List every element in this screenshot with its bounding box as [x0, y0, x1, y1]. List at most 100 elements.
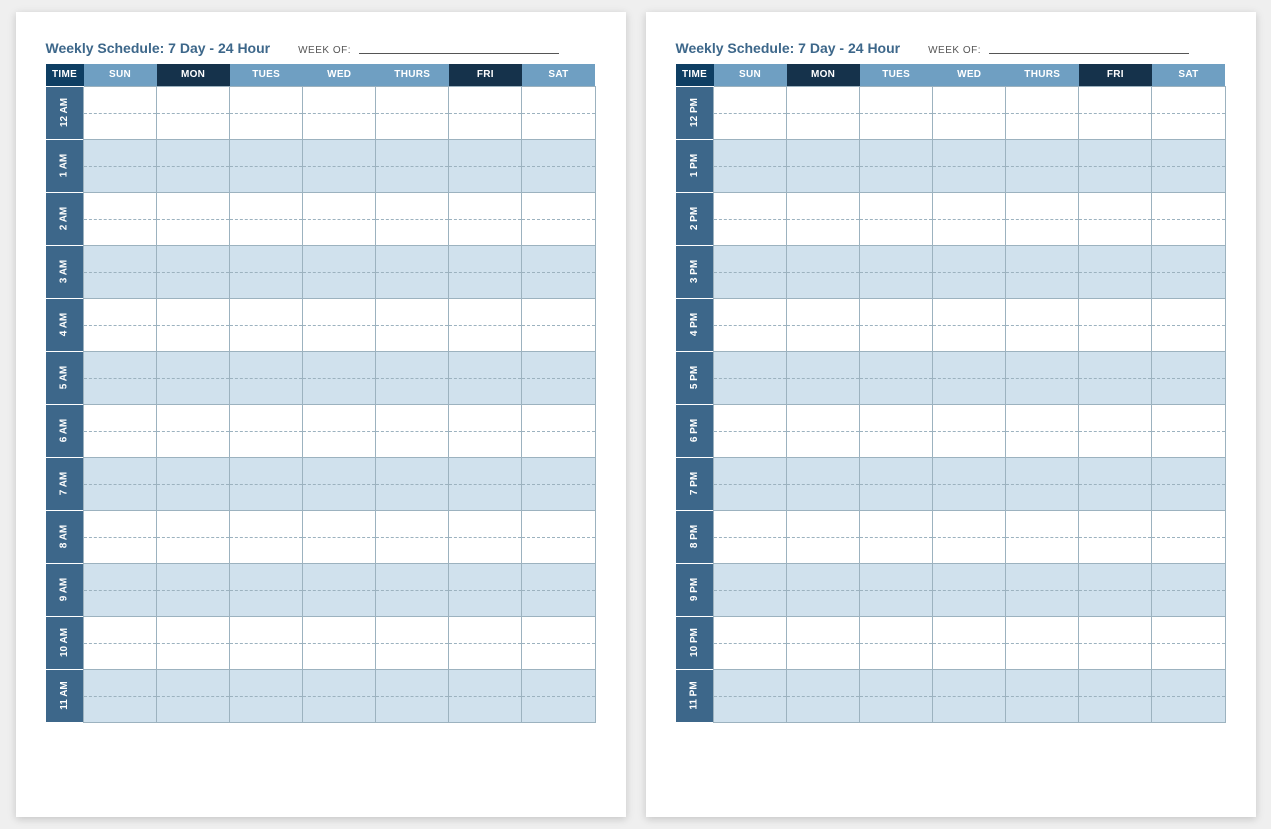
slot [230, 457, 303, 510]
slot [84, 139, 157, 192]
slot [303, 616, 376, 669]
slot [157, 298, 230, 351]
slot [714, 404, 787, 457]
slot [303, 245, 376, 298]
slot [230, 86, 303, 139]
table-row: 7 AM [46, 457, 596, 510]
slot [860, 510, 933, 563]
header-time: TIME [46, 64, 84, 86]
header-sun: SUN [714, 64, 787, 86]
slot [860, 669, 933, 722]
slot [84, 351, 157, 404]
slot [860, 616, 933, 669]
slot [714, 563, 787, 616]
time-label: 4 AM [46, 298, 84, 351]
table-row: 2 AM [46, 192, 596, 245]
slot [1079, 245, 1152, 298]
slot [787, 457, 860, 510]
slot [1079, 457, 1152, 510]
slot [1006, 86, 1079, 139]
slot [933, 139, 1006, 192]
page-title: Weekly Schedule: 7 Day - 24 Hour [46, 40, 271, 56]
table-row: 5 AM [46, 351, 596, 404]
slot [522, 298, 595, 351]
slot [157, 192, 230, 245]
slot [376, 192, 449, 245]
slot [522, 245, 595, 298]
slot [376, 616, 449, 669]
time-label: 1 AM [46, 139, 84, 192]
slot [933, 351, 1006, 404]
slot [303, 457, 376, 510]
slot [1079, 86, 1152, 139]
time-label: 5 AM [46, 351, 84, 404]
slot [1006, 404, 1079, 457]
slot [376, 563, 449, 616]
slot [449, 404, 522, 457]
time-label: 10 AM [46, 616, 84, 669]
slot [303, 298, 376, 351]
time-label: 3 PM [676, 245, 714, 298]
slot [449, 351, 522, 404]
schedule-page-2: Weekly Schedule: 7 Day - 24 Hour WEEK OF… [646, 12, 1256, 817]
slot [933, 616, 1006, 669]
week-of-label: WEEK OF: [928, 45, 981, 56]
slot [787, 139, 860, 192]
header-row: TIME SUN MON TUES WED THURS FRI SAT [46, 64, 596, 86]
week-of-label: WEEK OF: [298, 45, 351, 56]
slot [303, 86, 376, 139]
table-row: 5 PM [676, 351, 1226, 404]
slot [376, 298, 449, 351]
slot [449, 86, 522, 139]
slot [449, 563, 522, 616]
slot [84, 404, 157, 457]
header-thurs: THURS [1006, 64, 1079, 86]
slot [1079, 616, 1152, 669]
header-fri: FRI [1079, 64, 1152, 86]
slot [1006, 298, 1079, 351]
slot [1006, 139, 1079, 192]
header-tues: TUES [230, 64, 303, 86]
slot [84, 245, 157, 298]
slot [449, 616, 522, 669]
time-label: 1 PM [676, 139, 714, 192]
header-time: TIME [676, 64, 714, 86]
slot [230, 563, 303, 616]
slot [714, 245, 787, 298]
slot [449, 510, 522, 563]
slot [714, 351, 787, 404]
slot [449, 245, 522, 298]
slot [787, 351, 860, 404]
slot [787, 192, 860, 245]
time-label: 7 PM [676, 457, 714, 510]
slot [376, 139, 449, 192]
slot [1079, 404, 1152, 457]
slot [230, 669, 303, 722]
header-fri: FRI [449, 64, 522, 86]
schedule-page-1: Weekly Schedule: 7 Day - 24 Hour WEEK OF… [16, 12, 626, 817]
slot [1079, 669, 1152, 722]
slot [157, 669, 230, 722]
slot [860, 245, 933, 298]
slot [860, 457, 933, 510]
table-row: 10 AM [46, 616, 596, 669]
header-wed: WED [303, 64, 376, 86]
slot [376, 351, 449, 404]
slot [714, 139, 787, 192]
slot [787, 616, 860, 669]
slot [376, 404, 449, 457]
slot [1079, 351, 1152, 404]
slot [1006, 669, 1079, 722]
slot [1152, 404, 1225, 457]
slot [1152, 669, 1225, 722]
slot [522, 669, 595, 722]
slot [84, 669, 157, 722]
slot [714, 510, 787, 563]
slot [933, 563, 1006, 616]
slot [714, 457, 787, 510]
slot [860, 86, 933, 139]
slot [860, 404, 933, 457]
slot [303, 192, 376, 245]
header-sat: SAT [1152, 64, 1225, 86]
table-row: 6 PM [676, 404, 1226, 457]
